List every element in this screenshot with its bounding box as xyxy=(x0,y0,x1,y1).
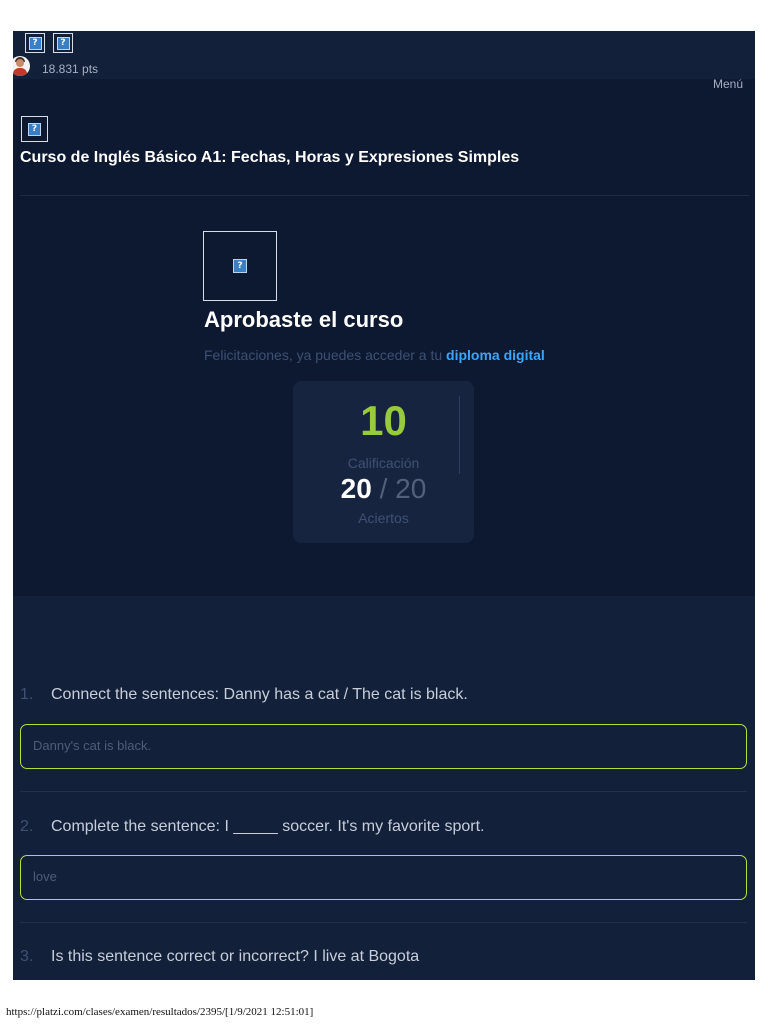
hits-total: 20 xyxy=(395,473,427,504)
question-item: 3. Is this sentence correct or incorrect?… xyxy=(20,948,419,966)
question-number: 1. xyxy=(20,686,34,703)
hits-label: Aciertos xyxy=(358,510,409,526)
footer-url: https://platzi.com/clases/examen/resulta… xyxy=(6,1006,314,1018)
question-item: 2. Complete the sentence: I _____ soccer.… xyxy=(20,818,485,836)
answer-field: Danny's cat is black. xyxy=(20,724,747,769)
hits-separator: / xyxy=(379,473,388,504)
question-number: 2. xyxy=(20,818,34,835)
grade-value: 10 xyxy=(360,397,407,444)
question-divider xyxy=(20,791,747,792)
hits-count: 20 xyxy=(340,473,372,504)
question-divider xyxy=(20,922,747,923)
user-points: 18.831 pts xyxy=(42,62,99,76)
course-image-icon: ? xyxy=(21,116,48,142)
diploma-link[interactable]: diploma digital xyxy=(446,347,545,363)
congrats-label: Felicitaciones, ya puedes acceder a tu xyxy=(204,347,443,363)
broken-image-icon[interactable]: ? xyxy=(25,33,45,53)
question-text: Connect the sentences: Danny has a cat /… xyxy=(51,686,468,703)
page-frame: ? ? 18.831 pts Menú ? Curso de Inglés Bá… xyxy=(13,31,755,980)
broken-image-icon[interactable]: ? xyxy=(53,33,73,53)
question-number: 3. xyxy=(20,948,34,965)
grade-label: Calificación xyxy=(347,455,420,471)
top-bar: ? ? 18.831 pts xyxy=(13,31,755,79)
questions-section: 1. Connect the sentences: Danny has a cat… xyxy=(13,596,755,980)
course-title: Curso de Inglés Básico A1: Fechas, Horas… xyxy=(20,149,520,166)
question-item: 1. Connect the sentences: Danny has a cat… xyxy=(20,686,468,704)
divider xyxy=(20,195,749,196)
course-badge-image: ? xyxy=(203,231,277,301)
answer-field: love xyxy=(20,855,747,900)
avatar[interactable] xyxy=(13,56,30,76)
hits-value: 20 / 20 xyxy=(293,473,474,505)
menu-link[interactable]: Menú xyxy=(713,77,743,91)
congrats-text: Felicitaciones, ya puedes acceder a tu d… xyxy=(204,347,545,363)
question-text: Is this sentence correct or incorrect? I… xyxy=(51,948,420,965)
question-text: Complete the sentence: I _____ soccer. I… xyxy=(51,818,485,835)
result-heading: Aprobaste el curso xyxy=(204,307,404,332)
score-card: 10 Calificación 20 / 20 Aciertos xyxy=(293,381,474,543)
